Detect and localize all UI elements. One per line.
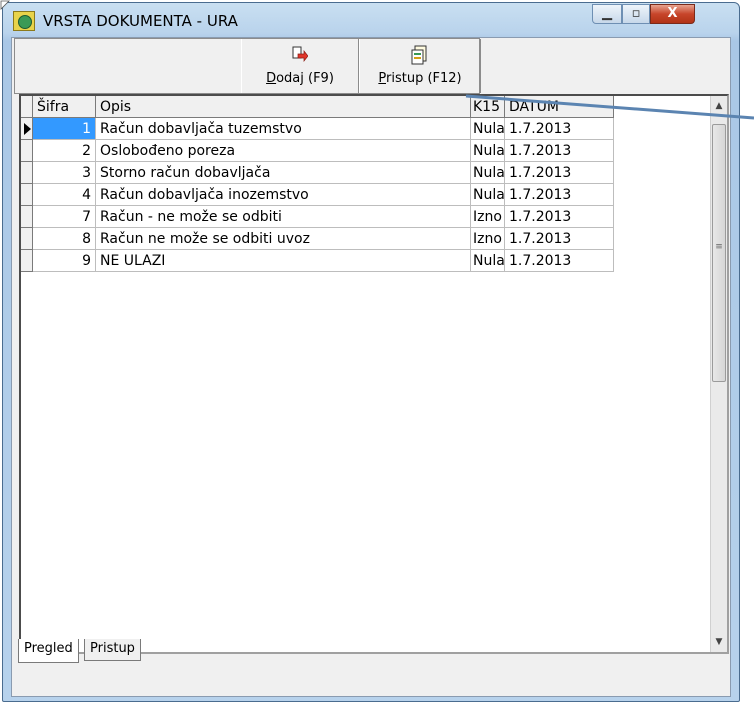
annotation-pointer-line: [465, 94, 754, 120]
resize-corner-icon: [0, 0, 10, 10]
